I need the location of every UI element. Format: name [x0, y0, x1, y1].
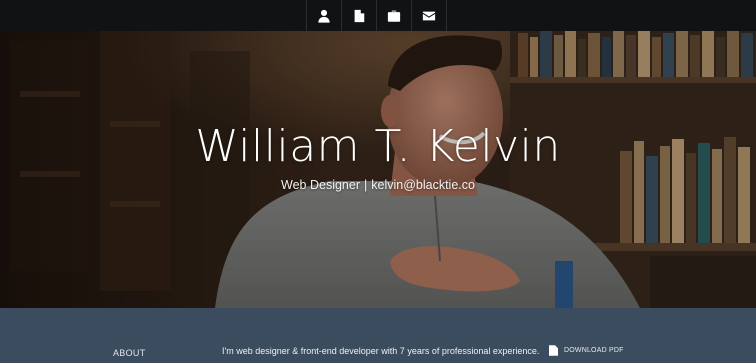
about-description: I'm web designer & front-end developer w…	[222, 346, 540, 356]
hero-email-link[interactable]: kelvin@blacktie.co	[371, 178, 475, 192]
nav-profile-button[interactable]	[307, 0, 342, 31]
nav-portfolio-button[interactable]	[377, 0, 412, 31]
about-section: ABOUT I'm web designer & front-end devel…	[0, 308, 756, 363]
hero-subtitle: Web Designer | kelvin@blacktie.co	[0, 178, 756, 192]
hero-separator: |	[364, 178, 368, 192]
nav-resume-button[interactable]	[342, 0, 377, 31]
download-pdf-button[interactable]: DOWNLOAD PDF	[549, 345, 624, 356]
hero-name: William T. Kelvin	[195, 121, 561, 172]
about-heading: ABOUT	[113, 348, 146, 358]
user-icon	[318, 9, 330, 23]
document-icon	[549, 345, 558, 356]
hero-role: Web Designer	[281, 178, 360, 192]
nav-icon-group	[306, 0, 447, 31]
top-navbar	[0, 0, 756, 31]
briefcase-icon	[387, 10, 401, 22]
download-pdf-label: DOWNLOAD PDF	[564, 347, 624, 354]
hero-section: William T. Kelvin Web Designer | kelvin@bl…	[0, 31, 756, 308]
document-icon	[354, 9, 365, 22]
nav-contact-button[interactable]	[412, 0, 447, 31]
envelope-icon	[422, 11, 436, 20]
